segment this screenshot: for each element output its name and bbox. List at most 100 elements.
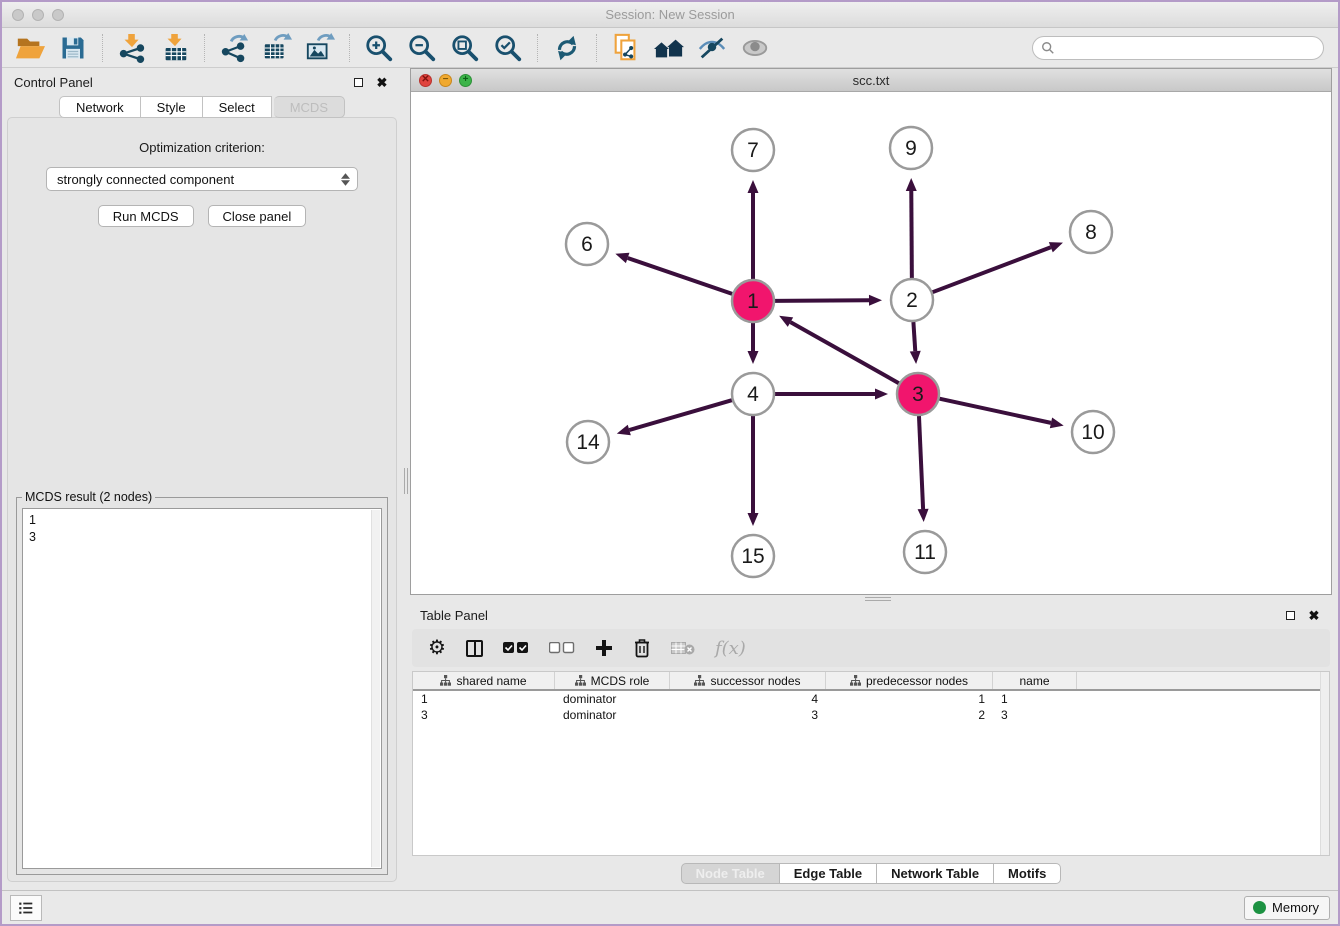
graph-edge-2-9[interactable] [911,191,912,278]
cell-shared-name[interactable]: 3 [413,707,555,723]
select-all-rows-button[interactable] [503,635,529,661]
delete-column-button[interactable] [633,635,651,661]
graph-edge-2-8[interactable] [933,247,1051,292]
search-field[interactable] [1032,36,1324,60]
graph-node-label: 11 [914,541,936,564]
table-scrollbar[interactable] [1320,672,1329,855]
graph-arrowhead [748,180,759,193]
tab-motifs[interactable]: Motifs [994,863,1061,884]
table-settings-button[interactable]: ⚙ [428,635,446,661]
import-table-button[interactable] [157,32,193,64]
float-table-panel-button[interactable] [1282,607,1298,623]
show-view-button[interactable] [737,32,773,64]
tab-select[interactable]: Select [203,96,272,118]
tab-edge-table[interactable]: Edge Table [780,863,877,884]
open-folder-icon [15,33,45,63]
toolbar-separator [102,34,103,62]
cell-mcds-role[interactable]: dominator [555,707,670,723]
cell-mcds-role[interactable]: dominator [555,691,670,707]
column-header-name[interactable]: name [993,672,1077,689]
graph-edge-3-1[interactable] [790,322,898,383]
graph-edge-3-10[interactable] [939,399,1050,423]
import-network-button[interactable] [114,32,150,64]
tab-node-table[interactable]: Node Table [681,863,780,884]
delete-table-button-disabled [671,635,695,661]
panel-empty-space [8,227,396,497]
close-panel-button-2[interactable]: Close panel [208,205,307,227]
result-line: 1 [29,512,367,529]
optimization-criterion-label: Optimization criterion: [8,140,396,155]
eye-icon [740,33,770,63]
save-session-button[interactable] [55,32,91,64]
float-panel-button[interactable] [350,74,366,90]
cell-successor-nodes[interactable]: 3 [670,707,826,723]
refresh-button[interactable] [549,32,585,64]
table-panel: Table Panel ✖ ⚙ [410,603,1332,890]
run-mcds-button[interactable]: Run MCDS [98,205,194,227]
mcds-panel: Optimization criterion: strongly connect… [7,117,397,882]
export-image-button[interactable] [302,32,338,64]
table-row[interactable]: 1 dominator 4 1 1 [413,691,1329,707]
graph-arrowhead [910,351,921,364]
clone-network-button[interactable] [608,32,644,64]
zoom-out-button[interactable] [404,32,440,64]
column-header-successor-nodes[interactable]: successor nodes [670,672,826,689]
app-window: Session: New Session [0,0,1340,926]
zoom-selected-button[interactable] [490,32,526,64]
fx-icon: f(x) [715,638,746,659]
graph-edge-3-11[interactable] [919,416,923,509]
result-line: 3 [29,529,367,546]
home-view-button[interactable] [651,32,687,64]
tab-style[interactable]: Style [141,96,203,118]
graph-node-label: 10 [1081,421,1104,444]
tab-network-table[interactable]: Network Table [877,863,994,884]
control-panel-tabs: Network Style Select MCDS [2,96,402,118]
cell-name[interactable]: 3 [993,707,1077,723]
tab-network[interactable]: Network [59,96,141,118]
add-column-button[interactable] [595,635,613,661]
open-session-button[interactable] [12,32,48,64]
column-header-mcds-role[interactable]: MCDS role [555,672,670,689]
criterion-dropdown[interactable]: strongly connected component [46,167,358,191]
vertical-splitter[interactable] [402,68,410,890]
export-network-button[interactable] [216,32,252,64]
task-history-button[interactable] [10,895,42,921]
network-canvas[interactable]: 7968124314101511 [411,92,1331,594]
cell-shared-name[interactable]: 1 [413,691,555,707]
trash-icon [633,638,651,658]
cell-predecessor-nodes[interactable]: 2 [826,707,993,723]
export-table-icon [262,33,292,63]
graph-edge-4-14[interactable] [629,400,732,430]
hide-view-button[interactable] [694,32,730,64]
graph-node-label: 4 [747,383,759,406]
mcds-result-title: MCDS result (2 nodes) [22,490,155,504]
search-input[interactable] [1060,41,1315,55]
graph-edge-1-2[interactable] [775,300,869,301]
zoom-in-button[interactable] [361,32,397,64]
graph-edge-1-6[interactable] [628,258,733,294]
close-table-panel-button[interactable]: ✖ [1306,607,1322,623]
list-icon [17,899,35,917]
mcds-result-text[interactable]: 1 3 [22,508,382,869]
export-table-button[interactable] [259,32,295,64]
tab-mcds[interactable]: MCDS [274,96,345,118]
horizontal-splitter[interactable] [410,595,1332,603]
cell-name[interactable]: 1 [993,691,1077,707]
zoom-fit-button[interactable] [447,32,483,64]
deselect-all-rows-button[interactable] [549,635,575,661]
show-columns-button[interactable] [466,635,483,661]
table-header-row: shared name MCDS role successor nodes [413,672,1329,691]
zoom-selected-icon [493,33,523,63]
cell-successor-nodes[interactable]: 4 [670,691,826,707]
result-scrollbar[interactable] [371,510,380,867]
graph-edge-2-3[interactable] [913,322,915,351]
column-header-predecessor-nodes[interactable]: predecessor nodes [826,672,993,689]
memory-button[interactable]: Memory [1244,896,1330,920]
graph-arrowhead [615,253,629,263]
cell-predecessor-nodes[interactable]: 1 [826,691,993,707]
attribute-icon [575,675,586,686]
network-graph[interactable]: 7968124314101511 [411,92,1331,594]
column-header-shared-name[interactable]: shared name [413,672,555,689]
close-panel-button[interactable]: ✖ [374,74,390,90]
table-row[interactable]: 3 dominator 3 2 3 [413,707,1329,723]
